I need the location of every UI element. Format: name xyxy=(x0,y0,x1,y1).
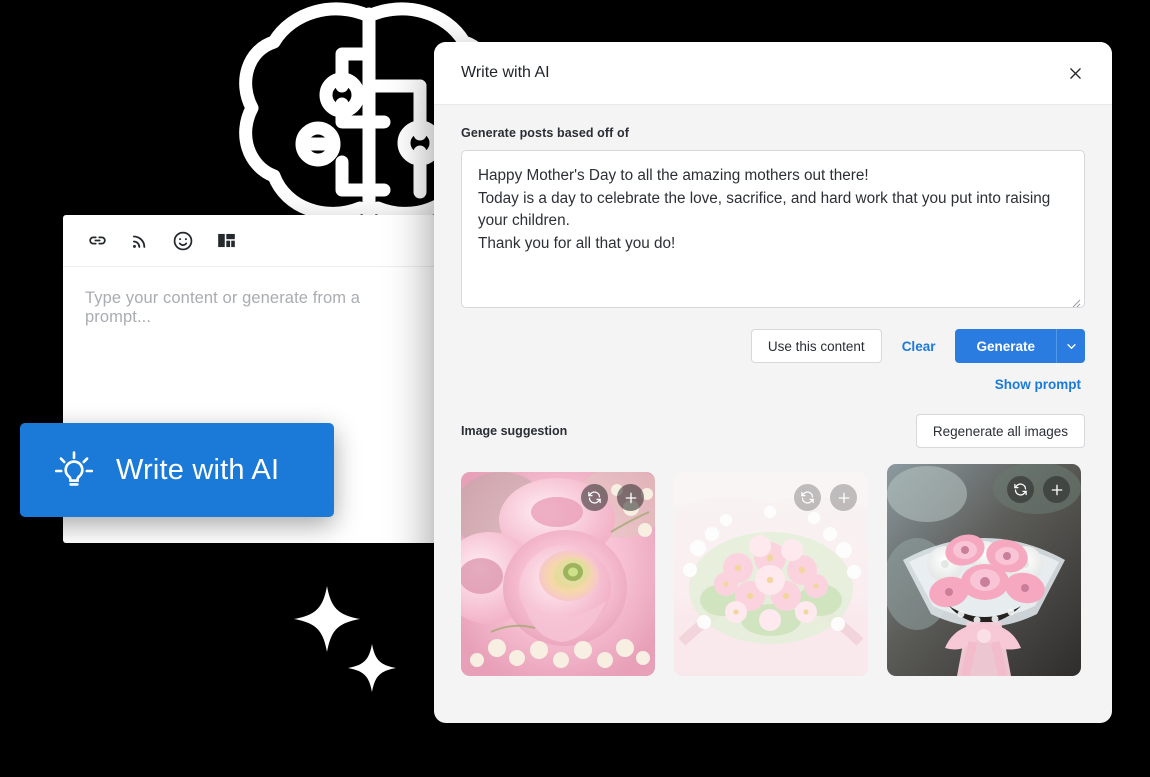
refresh-icon[interactable] xyxy=(794,484,821,511)
regenerate-all-images-button[interactable]: Regenerate all images xyxy=(915,414,1085,448)
image-suggestion-header: Image suggestion Regenerate all images xyxy=(461,414,1085,448)
clear-button[interactable]: Clear xyxy=(898,339,940,354)
editor-content-area[interactable]: Type your content or generate from a pro… xyxy=(63,267,443,327)
write-with-ai-label: Write with AI xyxy=(116,453,280,486)
chevron-down-icon[interactable] xyxy=(1056,329,1085,363)
show-prompt-link[interactable]: Show prompt xyxy=(991,377,1085,392)
show-prompt-row: Show prompt xyxy=(461,377,1085,392)
layout-icon[interactable] xyxy=(214,229,238,253)
image-suggestion-grid xyxy=(461,464,1085,676)
prompt-action-row: Use this content Clear Generate xyxy=(461,329,1085,363)
card-actions xyxy=(581,484,644,511)
screenshot-stage: Type your content or generate from a pro… xyxy=(0,0,1150,777)
prompt-textarea[interactable] xyxy=(461,150,1085,308)
card-actions xyxy=(794,484,857,511)
emoji-icon[interactable] xyxy=(171,229,195,253)
rss-icon[interactable] xyxy=(128,229,152,253)
plus-icon[interactable] xyxy=(1043,476,1070,503)
use-this-content-button[interactable]: Use this content xyxy=(750,329,882,363)
editor-placeholder-text: Type your content or generate from a pro… xyxy=(85,289,361,326)
prompt-textarea-wrapper xyxy=(461,150,1085,313)
generate-split-button: Generate xyxy=(955,329,1085,363)
modal-body: Generate posts based off of Use this con… xyxy=(434,105,1112,676)
link-icon[interactable] xyxy=(85,229,109,253)
card-actions xyxy=(1007,476,1070,503)
close-icon[interactable] xyxy=(1060,58,1090,88)
refresh-icon[interactable] xyxy=(1007,476,1034,503)
refresh-icon[interactable] xyxy=(581,484,608,511)
image-suggestion-label: Image suggestion xyxy=(461,424,568,438)
editor-toolbar xyxy=(63,215,443,267)
lightbulb-idea-icon xyxy=(52,448,96,492)
image-card-1[interactable] xyxy=(461,472,655,676)
plus-icon[interactable] xyxy=(830,484,857,511)
modal-title: Write with AI xyxy=(461,64,550,81)
plus-icon[interactable] xyxy=(617,484,644,511)
image-card-2[interactable] xyxy=(674,472,868,676)
generate-button[interactable]: Generate xyxy=(955,329,1056,363)
modal-header: Write with AI xyxy=(434,42,1112,105)
image-card-3[interactable] xyxy=(887,464,1081,676)
prompt-field-label: Generate posts based off of xyxy=(461,126,630,140)
sparkle-star-icon xyxy=(286,578,406,698)
write-with-ai-button[interactable]: Write with AI xyxy=(20,423,334,517)
write-with-ai-modal: Write with AI Generate posts based off o… xyxy=(434,42,1112,723)
